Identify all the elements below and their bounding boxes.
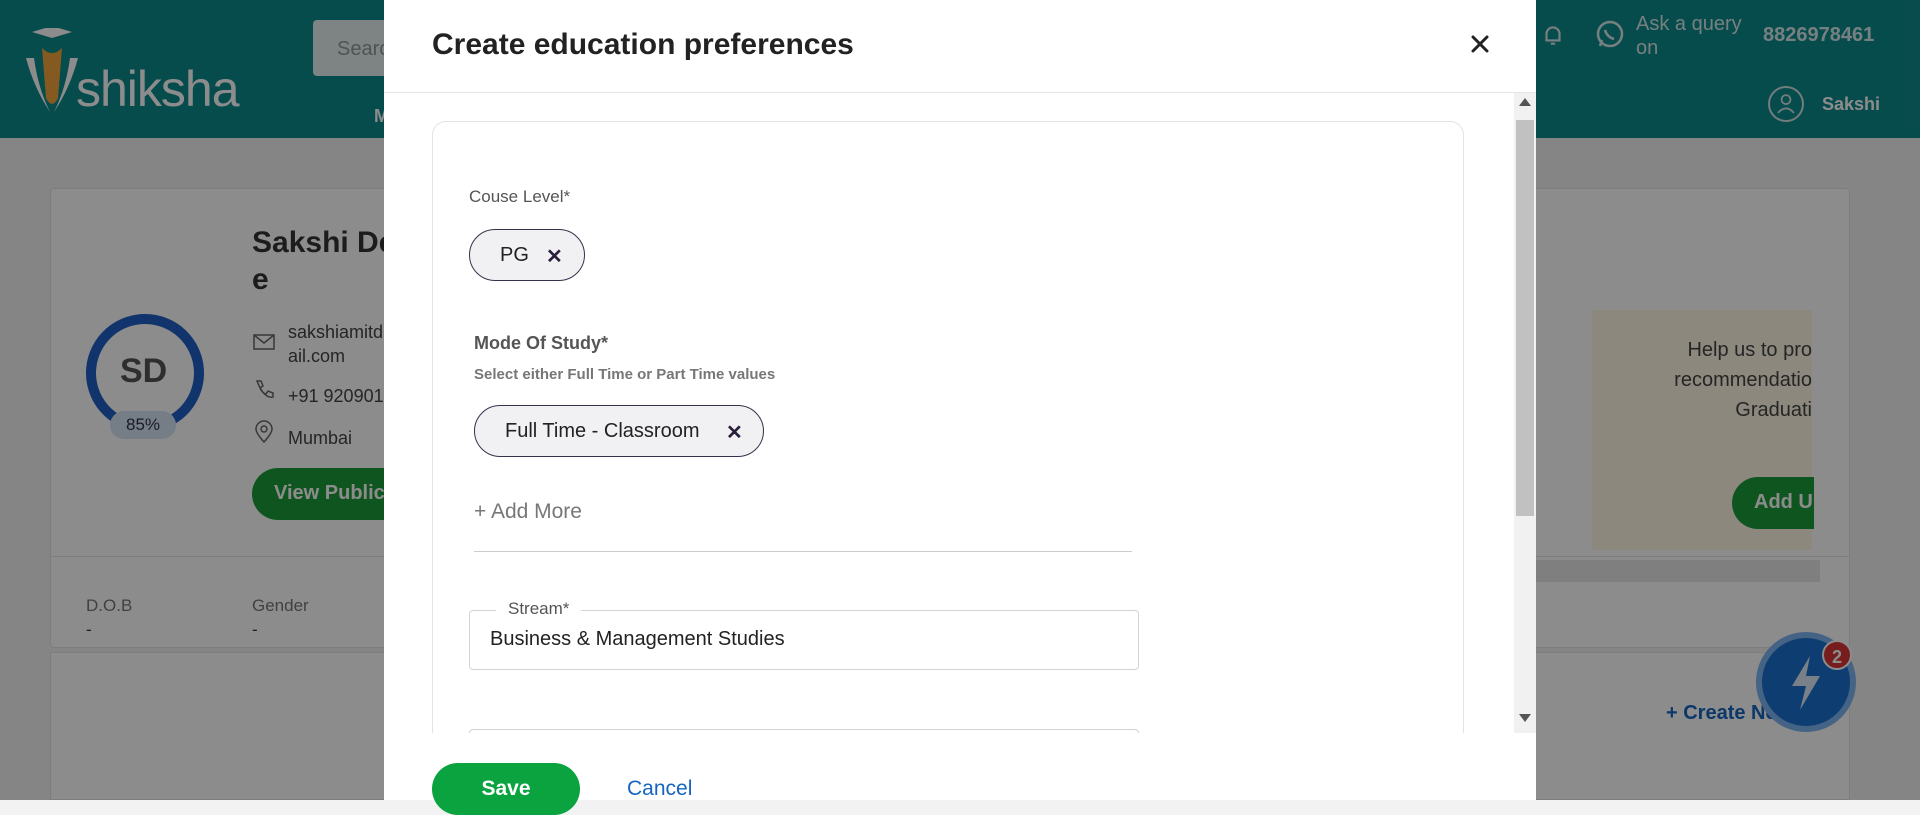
scroll-up-icon[interactable] bbox=[1519, 98, 1531, 106]
modal-body: Couse Level* PG ✕ Mode Of Study* Select … bbox=[384, 93, 1514, 733]
mode-of-study-chip[interactable]: Full Time - Classroom ✕ bbox=[474, 405, 764, 457]
mode-of-study-hint: Select either Full Time or Part Time val… bbox=[474, 366, 776, 383]
add-more-link[interactable]: + Add More bbox=[474, 500, 582, 524]
modal-footer: Save Cancel bbox=[384, 733, 1536, 815]
cancel-button[interactable]: Cancel bbox=[627, 777, 692, 801]
save-button[interactable]: Save bbox=[432, 763, 580, 815]
remove-chip-icon[interactable]: ✕ bbox=[726, 420, 743, 445]
mode-of-study-label: Mode Of Study* bbox=[474, 333, 608, 353]
course-level-label: Couse Level* bbox=[469, 187, 571, 206]
course-level-chip[interactable]: PG ✕ bbox=[469, 229, 585, 281]
remove-chip-icon[interactable]: ✕ bbox=[546, 244, 563, 269]
modal-title: Create education preferences bbox=[432, 28, 854, 61]
education-preferences-modal: Create education preferences Couse Level… bbox=[384, 0, 1536, 815]
scroll-down-icon[interactable] bbox=[1519, 714, 1531, 722]
stream-label: Stream* bbox=[496, 599, 582, 619]
add-more-underline bbox=[474, 551, 1132, 552]
scrollbar-thumb[interactable] bbox=[1516, 120, 1534, 516]
close-icon[interactable] bbox=[1464, 28, 1496, 60]
stream-value: Business & Management Studies bbox=[490, 628, 785, 650]
